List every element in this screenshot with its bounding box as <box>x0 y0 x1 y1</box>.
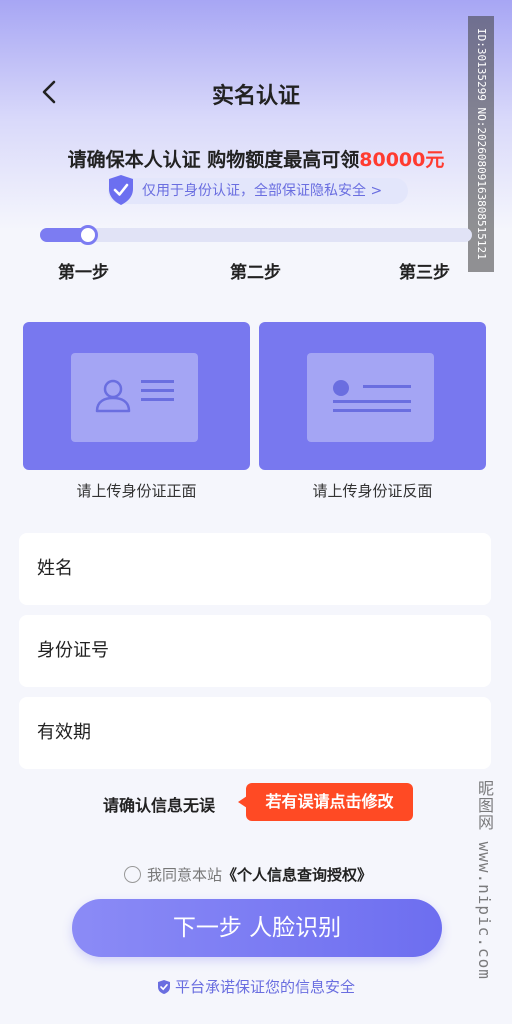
upload-back-label: 请上传身份证反面 <box>312 482 433 500</box>
shield-check-icon <box>109 175 133 205</box>
security-note: 平台承诺保证您的信息安全 <box>0 976 512 997</box>
header: 实名认证 <box>0 68 512 116</box>
privacy-notice[interactable]: 仅用于身份认证，全部保证隐私安全 > <box>108 175 408 205</box>
step-label-1: 第一步 <box>58 263 109 283</box>
confirm-info-text: 请确认信息无误 <box>103 796 216 815</box>
next-step-button[interactable]: 下一步 人脸识别 <box>72 899 442 957</box>
shield-check-icon <box>157 980 170 994</box>
name-field-placeholder: 姓名 <box>37 558 73 579</box>
promo-amount: 80000元 <box>359 149 445 171</box>
name-field[interactable]: 姓名 <box>19 533 491 605</box>
id-number-field[interactable]: 身份证号 <box>19 615 491 687</box>
agreement-radio[interactable] <box>124 866 141 883</box>
id-card-front-icon <box>71 353 198 442</box>
privacy-notice-text: 仅用于身份认证，全部保证隐私安全 > <box>142 183 383 199</box>
id-number-field-placeholder: 身份证号 <box>37 640 109 661</box>
step-progress-knob <box>78 225 98 245</box>
validity-field-placeholder: 有效期 <box>37 722 91 743</box>
upload-id-front[interactable] <box>23 322 250 470</box>
promo-prefix: 请确保本人认证 购物额度最高可领 <box>67 149 360 171</box>
step-label-3: 第三步 <box>399 263 450 283</box>
upload-id-back[interactable] <box>259 322 486 470</box>
step-label-2: 第二步 <box>230 263 281 283</box>
security-note-text: 平台承诺保证您的信息安全 <box>174 978 355 996</box>
page-title: 实名认证 <box>211 84 300 109</box>
upload-front-label: 请上传身份证正面 <box>76 482 197 500</box>
id-card-back-icon <box>307 353 434 442</box>
step-progress-bar <box>40 225 472 245</box>
agreement-prefix: 我同意本站 <box>147 866 223 884</box>
agreement-row: 我同意本站《个人信息查询授权》 <box>124 865 372 885</box>
validity-field[interactable]: 有效期 <box>19 697 491 769</box>
promo-text: 请确保本人认证 购物额度最高可领80000元 <box>0 145 512 172</box>
agreement-link[interactable]: 《个人信息查询授权》 <box>222 866 372 884</box>
watermark-site: 昵图网 www.nipic.com <box>475 780 494 980</box>
modify-button[interactable]: 若有误请点击修改 <box>238 783 413 821</box>
